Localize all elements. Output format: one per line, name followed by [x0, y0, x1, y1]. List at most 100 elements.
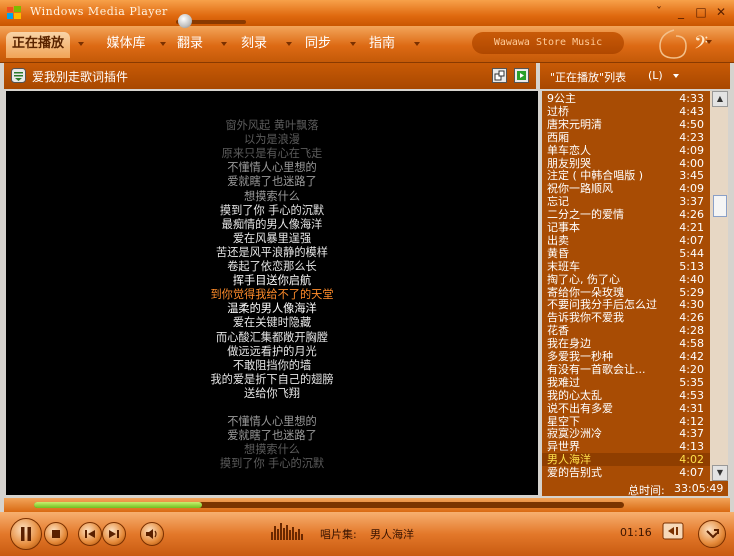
pause-button[interactable]	[10, 518, 42, 550]
tab-rip[interactable]: 翻录	[172, 32, 208, 58]
album-label: 唱片集:	[320, 528, 357, 541]
lyric-line: 不懂情人心里想的	[227, 415, 317, 429]
total-time-value: 33:05:49	[674, 482, 724, 495]
playlist-item[interactable]: 寂寞沙洲冷 4:37	[542, 427, 710, 440]
playlist-item[interactable]: 掏了心, 伤了心 4:40	[542, 273, 710, 286]
lyric-line: 温柔的男人像海洋	[227, 302, 317, 316]
playlist-item-title: 花香	[547, 324, 569, 338]
playlist-item-title: 朋友别哭	[547, 156, 591, 170]
previous-button[interactable]	[78, 522, 102, 546]
playlist-item[interactable]: 花香 4:28	[542, 324, 710, 337]
playlist-item[interactable]: 唐宋元明清 4:50	[542, 118, 710, 131]
playlist-item[interactable]: 9公主 4:33	[542, 92, 710, 105]
playlist-item-duration: 4:12	[679, 414, 704, 428]
menu-toggle-button[interactable]: ˇ	[652, 5, 666, 19]
playlist-item[interactable]: 不要问我分手后怎么过 4:30	[542, 298, 710, 311]
playlist-item-duration: 4:02	[679, 453, 704, 467]
lyric-line: 不敢阻挡你的墙	[232, 358, 312, 372]
compact-mode-icon[interactable]	[662, 522, 684, 540]
playlist-header[interactable]: "正在播放"列表 (L)	[540, 63, 730, 89]
playlist-item[interactable]: 我的心太乱 4:53	[542, 389, 710, 402]
playlist-item-title: 过桥	[547, 104, 569, 118]
online-store-button[interactable]: Wawawa Store Music	[472, 32, 624, 54]
playlist-item[interactable]: 过桥 4:43	[542, 105, 710, 118]
minimize-button[interactable]: _	[674, 5, 688, 19]
skin-switch-icon	[706, 529, 719, 539]
playlist-item-title: 西厢	[547, 130, 569, 144]
lyric-line: 而心酸汇集都敞开胸膛	[216, 330, 328, 344]
scroll-thumb[interactable]	[713, 195, 727, 217]
playlist-item[interactable]: 爱的告别式 4:07	[542, 466, 710, 479]
tab-library-arrow-icon[interactable]	[160, 42, 166, 46]
tab-guide-arrow-icon[interactable]	[414, 42, 420, 46]
playlist-item[interactable]: 西厢 4:23	[542, 131, 710, 144]
playlist-item-duration: 3:45	[679, 169, 704, 183]
playlist-item[interactable]: 忘记 3:37	[542, 195, 710, 208]
playlist-item[interactable]: 注定 ( 中韩合唱版 ) 3:45	[542, 169, 710, 182]
playlist-item[interactable]: 黄昏 5:44	[542, 247, 710, 260]
seek-bar[interactable]	[34, 502, 624, 508]
playlist-item-title: 末班车	[547, 259, 580, 273]
playlist-header-shortcut: (L)	[648, 69, 663, 82]
playlist-item-duration: 4:20	[679, 362, 704, 376]
playlist-item[interactable]: 单车恋人 4:09	[542, 144, 710, 157]
playlist-item-title: 说不出有多爱	[547, 401, 613, 415]
playlist-item[interactable]: 祝你一路顺风 4:09	[542, 182, 710, 195]
playlist-item[interactable]: 寄给你一朵玫瑰 5:29	[542, 286, 710, 299]
stop-button[interactable]	[44, 522, 68, 546]
playlist-item[interactable]: 出卖 4:07	[542, 234, 710, 247]
tab-sync[interactable]: 同步	[300, 32, 336, 58]
close-button[interactable]: ✕	[714, 5, 728, 19]
switch-skin-button[interactable]	[698, 520, 726, 548]
windows-flag-icon	[7, 6, 21, 19]
total-time-label: 总时间:	[628, 484, 665, 497]
scroll-up-button[interactable]: ▲	[712, 91, 728, 107]
playlist-item[interactable]: 朋友别哭 4:00	[542, 157, 710, 170]
tab-library[interactable]: 媒体库	[100, 32, 152, 58]
playlist-item[interactable]: 告诉我你不爱我 4:26	[542, 311, 710, 324]
full-screen-icon[interactable]	[514, 68, 529, 83]
playlist-item-current[interactable]: 男人海洋 4:02	[542, 453, 710, 467]
view-switch-icon[interactable]	[492, 68, 507, 83]
playlist-item[interactable]: 异世界 4:13	[542, 440, 710, 453]
tab-guide[interactable]: 指南	[364, 32, 400, 58]
music-clef-logo-icon[interactable]: 𝄢	[650, 28, 734, 62]
playlist-item-title: 我难过	[547, 375, 580, 389]
volume-knob[interactable]	[178, 14, 192, 28]
playlist-item[interactable]: 我难过 5:35	[542, 376, 710, 389]
playlist-item[interactable]: 记事本 4:21	[542, 221, 710, 234]
lyrics-display: 窗外风起 黄叶飘落 以为是浪漫 原来只是有心在飞走 不懂情人心里想的 爱就瞎了也迷路了想…	[6, 91, 538, 495]
playlist-item[interactable]: 有没有一首歌会让... 4:20	[542, 363, 710, 376]
playlist-item-duration: 4:40	[679, 272, 704, 286]
playlist-item[interactable]: 星空下 4:12	[542, 415, 710, 428]
tab-sync-arrow-icon[interactable]	[350, 42, 356, 46]
playlist-item-title: 9公主	[547, 92, 576, 105]
title-bar[interactable]: Windows Media Player ˇ _ □ ✕	[0, 0, 734, 26]
playlist-item-duration: 4:21	[679, 221, 704, 234]
equalizer-icon	[271, 523, 303, 540]
playlist-item[interactable]: 末班车 5:13	[542, 260, 710, 273]
lyrics-menu-icon[interactable]	[11, 68, 26, 83]
svg-text:𝄢: 𝄢	[694, 33, 708, 58]
playlist-item-title: 寂寞沙洲冷	[547, 427, 602, 441]
mute-button[interactable]	[140, 522, 164, 546]
tab-burn[interactable]: 刻录	[236, 32, 272, 58]
maximize-button[interactable]: □	[694, 5, 708, 19]
scroll-down-button[interactable]: ▼	[712, 465, 728, 481]
tab-rip-arrow-icon[interactable]	[221, 42, 227, 46]
playlist-item[interactable]: 我在身边 4:58	[542, 337, 710, 350]
playlist-item-duration: 5:44	[679, 246, 704, 260]
tab-now-playing[interactable]: 正在播放	[6, 32, 70, 58]
tab-now-playing-arrow-icon[interactable]	[78, 42, 84, 46]
playlist-item[interactable]: 二分之一的爱情 4:26	[542, 208, 710, 221]
playlist-item[interactable]: 多爱我一秒种 4:42	[542, 350, 710, 363]
playlist-dropdown-arrow-icon[interactable]	[673, 74, 679, 78]
playlist-scrollbar[interactable]: ▲ ▼	[710, 91, 728, 481]
tab-burn-arrow-icon[interactable]	[286, 42, 292, 46]
playlist-item-title: 记事本	[547, 221, 580, 234]
next-button[interactable]	[102, 522, 126, 546]
lyric-line: 我的爱是折下自己的翅膀	[210, 372, 334, 386]
playlist-item[interactable]: 说不出有多爱 4:31	[542, 402, 710, 415]
lyric-line: 不懂情人心里想的	[227, 161, 317, 175]
playlist-item-duration: 4:13	[679, 440, 704, 454]
